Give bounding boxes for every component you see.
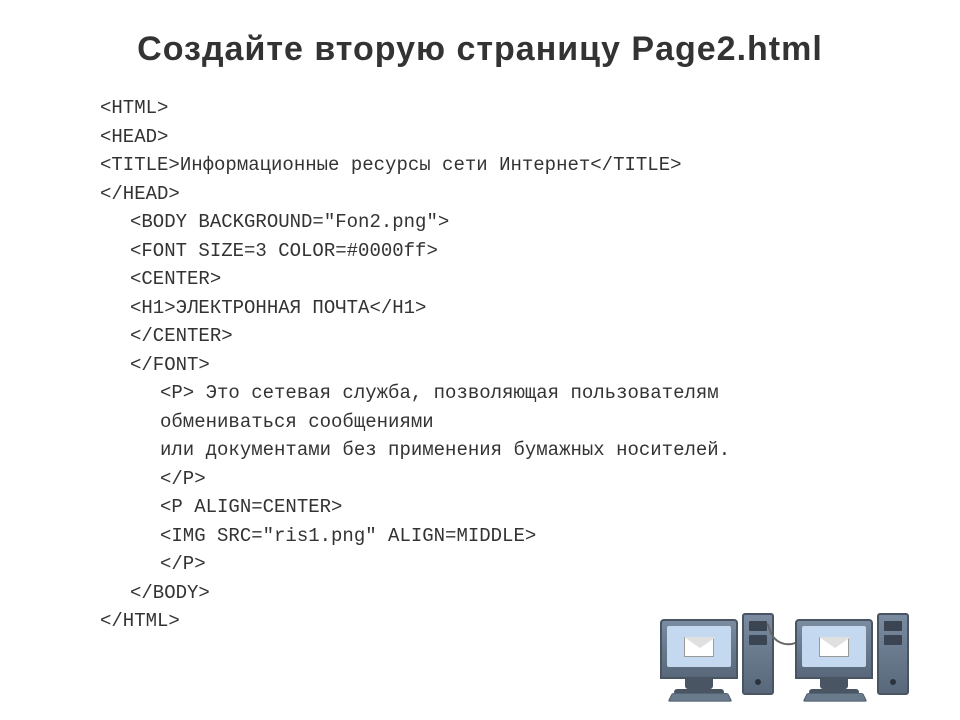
code-line: <HTML> <box>100 94 920 123</box>
code-line: <TITLE>Информационные ресурсы сети Интер… <box>100 151 920 180</box>
code-line: обмениваться сообщениями <box>100 408 920 437</box>
code-line: или документами без применения бумажных … <box>100 436 920 465</box>
computer-icon <box>795 619 873 695</box>
code-line: </P> <box>100 465 920 494</box>
computers-illustration <box>660 555 920 695</box>
slide-title: Создайте вторую страницу Page2.html <box>40 30 920 69</box>
code-line: <P> Это сетевая служба, позволяющая поль… <box>100 379 920 408</box>
code-line: <P ALIGN=CENTER> <box>100 493 920 522</box>
code-line: </FONT> <box>100 351 920 380</box>
envelope-icon <box>684 637 714 657</box>
code-line: <FONT SIZE=3 COLOR=#0000ff> <box>100 237 920 266</box>
code-line: </HEAD> <box>100 180 920 209</box>
code-line: <H1>ЭЛЕКТРОННАЯ ПОЧТА</H1> <box>100 294 920 323</box>
code-line: <BODY BACKGROUND="Fon2.png"> <box>100 208 920 237</box>
code-line: <CENTER> <box>100 265 920 294</box>
computer-icon <box>660 619 738 695</box>
code-line: <IMG SRC="ris1.png" ALIGN=MIDDLE> <box>100 522 920 551</box>
envelope-icon <box>819 637 849 657</box>
slide-container: Создайте вторую страницу Page2.html <HTM… <box>0 0 960 720</box>
code-line: </CENTER> <box>100 322 920 351</box>
code-line: <HEAD> <box>100 123 920 152</box>
